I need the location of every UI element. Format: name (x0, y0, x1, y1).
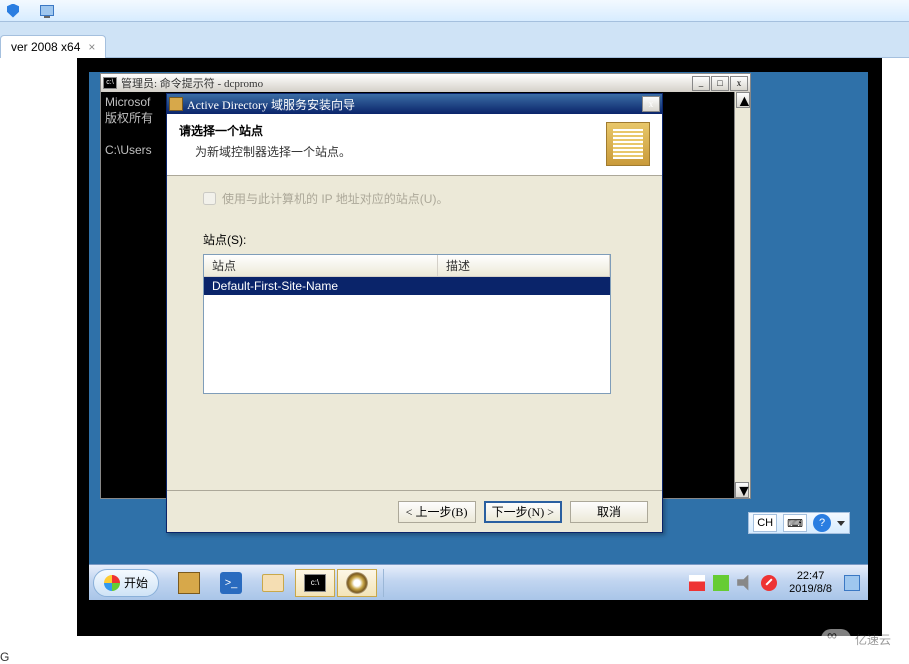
use-ip-site-checkbox (203, 192, 216, 205)
dropdown-icon[interactable] (837, 521, 845, 526)
keyboard-icon[interactable]: ⌨ (783, 514, 807, 532)
close-button[interactable]: x (730, 76, 748, 91)
maximize-button[interactable]: □ (711, 76, 729, 91)
site-row[interactable]: Default-First-Site-Name (204, 277, 610, 295)
sites-label: 站点(S): (203, 231, 626, 248)
explorer-button[interactable] (253, 569, 293, 597)
volume-icon[interactable] (737, 575, 753, 591)
guest-desktop[interactable]: c:\ 管理员: 命令提示符 - dcpromo _ □ x Microsof … (89, 72, 868, 600)
watermark: 亿速云 (821, 620, 903, 658)
help-icon[interactable]: ? (813, 514, 831, 532)
server-icon (169, 97, 183, 111)
wizard-heading: 请选择一个站点 (179, 122, 606, 139)
powershell-button[interactable]: >_ (211, 569, 251, 597)
clock-time: 22:47 (789, 570, 832, 583)
back-button[interactable]: < 上一步(B) (398, 501, 476, 523)
media-button[interactable] (337, 569, 377, 597)
windows-icon (104, 575, 120, 591)
cmd-taskbar-button[interactable]: c:\ (295, 569, 335, 597)
wizard-body: 使用与此计算机的 IP 地址对应的站点(U)。 站点(S): 站点 描述 Def… (167, 176, 662, 408)
cancel-button[interactable]: 取消 (570, 501, 648, 523)
clock[interactable]: 22:47 2019/8/8 (785, 570, 836, 596)
taskbar: 开始 >_ c:\ 22:47 2019/8/8 (89, 564, 868, 600)
wizard-footer: < 上一步(B) 下一步(N) > 取消 (167, 490, 662, 532)
host-toolbar (0, 0, 909, 22)
vm-tab-bar: ver 2008 x64 × (0, 22, 909, 58)
cmd-titlebar[interactable]: c:\ 管理员: 命令提示符 - dcpromo _ □ x (101, 74, 750, 92)
flag-icon[interactable] (689, 575, 705, 591)
cmd-title: 管理员: 命令提示符 - dcpromo (121, 75, 688, 91)
minimize-button[interactable]: _ (692, 76, 710, 91)
guest-screen: c:\ 管理员: 命令提示符 - dcpromo _ □ x Microsof … (77, 58, 882, 636)
close-button[interactable]: x (642, 96, 660, 112)
monitor-icon[interactable] (38, 3, 56, 19)
book-icon (606, 122, 650, 166)
vm-tab[interactable]: ver 2008 x64 × (0, 35, 106, 58)
next-button[interactable]: 下一步(N) > (484, 501, 562, 523)
clock-date: 2019/8/8 (789, 583, 832, 596)
network-icon[interactable] (713, 575, 729, 591)
wizard-header: 请选择一个站点 为新域控制器选择一个站点。 (167, 114, 662, 176)
cmd-icon: c:\ (103, 77, 117, 89)
column-site[interactable]: 站点 (204, 255, 438, 277)
scroll-down-button[interactable]: ▼ (735, 482, 749, 498)
wizard-titlebar[interactable]: Active Directory 域服务安装向导 x (167, 94, 662, 114)
vm-tab-label: ver 2008 x64 (11, 40, 80, 54)
security-icon[interactable] (761, 575, 777, 591)
shield-icon[interactable] (4, 3, 22, 19)
show-desktop-icon[interactable] (844, 575, 860, 591)
system-tray: 22:47 2019/8/8 (681, 570, 868, 596)
wizard-subheading: 为新域控制器选择一个站点。 (179, 143, 606, 160)
scrollbar[interactable]: ▲ ▼ (734, 92, 750, 498)
cloud-icon (821, 629, 851, 649)
lang-button[interactable]: CH (753, 514, 777, 532)
close-icon[interactable]: × (88, 40, 95, 54)
use-ip-site-checkbox-row: 使用与此计算机的 IP 地址对应的站点(U)。 (203, 190, 626, 207)
corner-text: G (0, 650, 9, 664)
server-manager-button[interactable] (169, 569, 209, 597)
column-desc[interactable]: 描述 (438, 255, 610, 277)
start-button[interactable]: 开始 (93, 569, 159, 597)
wizard-title: Active Directory 域服务安装向导 (187, 96, 638, 113)
sites-list[interactable]: 站点 描述 Default-First-Site-Name (203, 254, 611, 394)
quick-launch: >_ c:\ (163, 569, 384, 597)
ad-wizard-dialog: Active Directory 域服务安装向导 x 请选择一个站点 为新域控制… (166, 93, 663, 533)
checkbox-label: 使用与此计算机的 IP 地址对应的站点(U)。 (222, 190, 448, 207)
ime-toolbar[interactable]: CH ⌨ ? (748, 512, 850, 534)
scroll-up-button[interactable]: ▲ (736, 92, 750, 108)
start-label: 开始 (124, 574, 148, 591)
